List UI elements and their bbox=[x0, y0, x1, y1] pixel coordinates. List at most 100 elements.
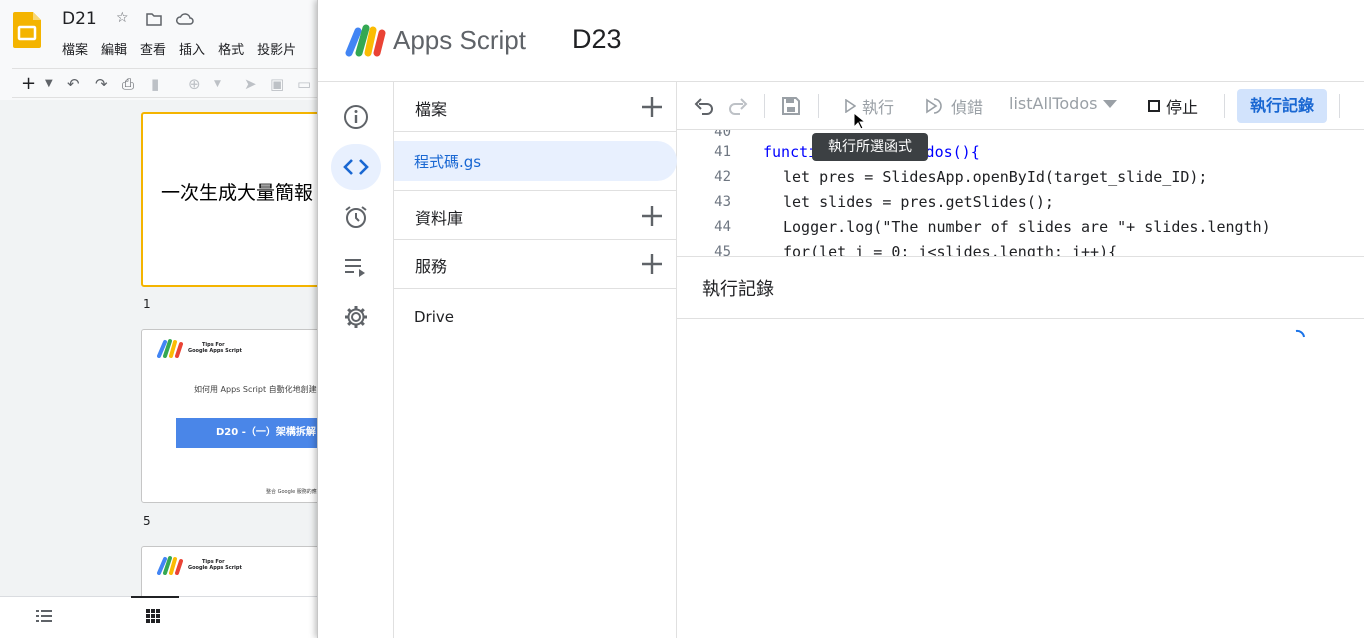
text-box-icon[interactable]: ▣ bbox=[270, 73, 284, 95]
debug-button[interactable]: 偵錯 bbox=[925, 94, 983, 118]
slide-filmstrip: 一次生成大量簡報 1 Tips For Google Apps Script 如何… bbox=[0, 100, 318, 606]
tips-label: Tips For Google Apps Script bbox=[188, 342, 242, 354]
mouse-cursor-icon bbox=[853, 112, 865, 130]
apps-script-window: Apps Script D23 檔案 程式碼.gs 資料庫 服務 Drive 執… bbox=[317, 0, 1364, 638]
zoom-icon[interactable]: ⊕ bbox=[188, 73, 201, 95]
services-section-header: 服務 bbox=[394, 239, 677, 289]
executions-button[interactable] bbox=[331, 244, 381, 290]
info-icon bbox=[344, 105, 368, 129]
function-select[interactable]: listAllTodos bbox=[1009, 94, 1118, 113]
add-file-plus-icon[interactable] bbox=[639, 94, 665, 120]
code-editor[interactable]: 40 41 function listAllTodos(){ 42 let pr… bbox=[677, 130, 1364, 256]
undo-icon[interactable] bbox=[694, 96, 714, 116]
stop-icon bbox=[1148, 100, 1160, 112]
new-slide-icon[interactable]: + bbox=[21, 73, 36, 95]
menu-format[interactable]: 格式 bbox=[218, 39, 244, 58]
apps-script-logo-icon bbox=[157, 339, 183, 358]
toolbar-divider bbox=[818, 94, 819, 118]
overview-button[interactable] bbox=[331, 94, 381, 140]
triggers-button[interactable] bbox=[331, 194, 381, 240]
stop-label: 停止 bbox=[1166, 98, 1199, 117]
slides-logo-icon bbox=[13, 12, 41, 48]
tips-label: Tips For Google Apps Script bbox=[188, 559, 242, 571]
apps-script-brand: Apps Script bbox=[393, 25, 526, 55]
play-icon bbox=[845, 99, 856, 113]
menu-slide[interactable]: 投影片 bbox=[257, 39, 296, 58]
file-item-code-gs[interactable]: 程式碼.gs bbox=[394, 141, 677, 181]
debug-label: 偵錯 bbox=[951, 98, 984, 117]
add-library-plus-icon[interactable] bbox=[639, 203, 665, 229]
slide-title-text: 一次生成大量簡報 bbox=[161, 182, 314, 204]
apps-script-logo-icon[interactable] bbox=[344, 21, 386, 57]
move-folder-icon[interactable] bbox=[146, 12, 162, 26]
stop-button[interactable]: 停止 bbox=[1148, 94, 1198, 118]
image-icon[interactable]: ▭ bbox=[297, 73, 311, 95]
slides-doc-title[interactable]: D21 bbox=[62, 9, 97, 29]
service-item-drive[interactable]: Drive bbox=[414, 308, 454, 326]
execution-log-panel: 執行記錄 bbox=[677, 256, 1364, 638]
star-icon[interactable]: ☆ bbox=[116, 10, 129, 26]
file-item-label: 程式碼.gs bbox=[414, 153, 482, 171]
toolbar-divider bbox=[1224, 94, 1225, 118]
slide-footer: 整合 Google 服務的應 bbox=[266, 489, 317, 495]
execution-log-title: 執行記錄 bbox=[702, 279, 774, 300]
code-line: 41 function listAllTodos(){ bbox=[714, 143, 980, 161]
toolbar-divider bbox=[1339, 94, 1340, 118]
apps-script-header: Apps Script D23 bbox=[318, 0, 1364, 82]
run-label: 執行 bbox=[862, 98, 895, 117]
alarm-clock-icon bbox=[345, 206, 367, 228]
code-line: 45 for(let i = 0; i<slides.length; i++){ bbox=[714, 243, 1118, 256]
playlist-play-icon bbox=[345, 259, 365, 277]
debug-icon bbox=[926, 98, 942, 114]
settings-button[interactable] bbox=[331, 294, 381, 340]
slide-banner: D20 -（一）架構拆解 bbox=[176, 418, 318, 448]
slide-number: 5 bbox=[143, 514, 151, 528]
navigation-rail bbox=[318, 82, 394, 638]
chevron-down-icon bbox=[1103, 99, 1118, 108]
run-button[interactable]: 執行 bbox=[844, 94, 894, 118]
menu-insert[interactable]: 插入 bbox=[179, 39, 205, 58]
code-line: 44 Logger.log("The number of slides are … bbox=[714, 218, 1271, 236]
slide-subtitle: 如何用 Apps Script 自動化地創建簡 bbox=[194, 385, 318, 394]
paint-format-icon[interactable]: ▮ bbox=[151, 73, 159, 95]
menu-edit[interactable]: 編輯 bbox=[101, 39, 127, 58]
apps-script-logo-icon bbox=[157, 556, 183, 575]
cloud-status-icon[interactable] bbox=[176, 12, 194, 26]
select-arrow-icon[interactable]: ➤ bbox=[244, 73, 257, 95]
slide-thumbnail-5[interactable]: Tips For Google Apps Script 如何用 Apps Scri… bbox=[141, 329, 318, 503]
files-section-header: 檔案 bbox=[394, 82, 677, 132]
active-view-indicator bbox=[131, 596, 179, 598]
redo-icon[interactable]: ↷ bbox=[95, 73, 108, 95]
execution-log-button[interactable]: 執行記錄 bbox=[1237, 89, 1327, 123]
function-select-value: listAllTodos bbox=[1009, 94, 1098, 113]
code-line: 42 let pres = SlidesApp.openById(target_… bbox=[714, 168, 1208, 186]
chevron-down-icon[interactable]: ▼ bbox=[45, 73, 53, 95]
grid-view-icon[interactable] bbox=[146, 609, 160, 623]
slides-window: D21 ☆ 檔案 編輯 查看 插入 格式 投影片 + ▼ ↶ ↷ ⎙ ▮ ⊕ ▼… bbox=[0, 0, 318, 638]
execution-log-header: 執行記錄 bbox=[677, 257, 1364, 319]
menu-view[interactable]: 查看 bbox=[140, 39, 166, 58]
save-icon[interactable] bbox=[781, 96, 801, 116]
loading-spinner-icon bbox=[1295, 329, 1305, 338]
files-label: 檔案 bbox=[415, 100, 448, 119]
print-icon[interactable]: ⎙ bbox=[122, 73, 134, 95]
editor-toolbar: 執行 偵錯 listAllTodos 停止 執行記錄 bbox=[677, 82, 1364, 130]
toolbar-divider bbox=[764, 94, 765, 118]
run-tooltip: 執行所選函式 bbox=[812, 133, 928, 161]
zoom-chevron-icon[interactable]: ▼ bbox=[214, 73, 221, 95]
slide-thumbnail-1[interactable]: 一次生成大量簡報 bbox=[141, 112, 318, 287]
list-view-icon[interactable] bbox=[36, 609, 52, 623]
menu-file[interactable]: 檔案 bbox=[62, 39, 88, 58]
gear-icon bbox=[345, 306, 367, 328]
add-service-plus-icon[interactable] bbox=[639, 251, 665, 277]
editor-button[interactable] bbox=[331, 144, 381, 190]
slides-menu-bar: 檔案 編輯 查看 插入 格式 投影片 bbox=[62, 39, 296, 58]
undo-icon[interactable]: ↶ bbox=[67, 73, 80, 95]
slide-number: 1 bbox=[143, 297, 151, 311]
redo-icon[interactable] bbox=[728, 96, 748, 116]
services-label: 服務 bbox=[415, 257, 448, 276]
files-panel: 檔案 程式碼.gs 資料庫 服務 Drive bbox=[394, 82, 677, 638]
libraries-label: 資料庫 bbox=[415, 209, 464, 228]
project-title[interactable]: D23 bbox=[572, 24, 622, 55]
code-line: 43 let slides = pres.getSlides(); bbox=[714, 193, 1054, 211]
